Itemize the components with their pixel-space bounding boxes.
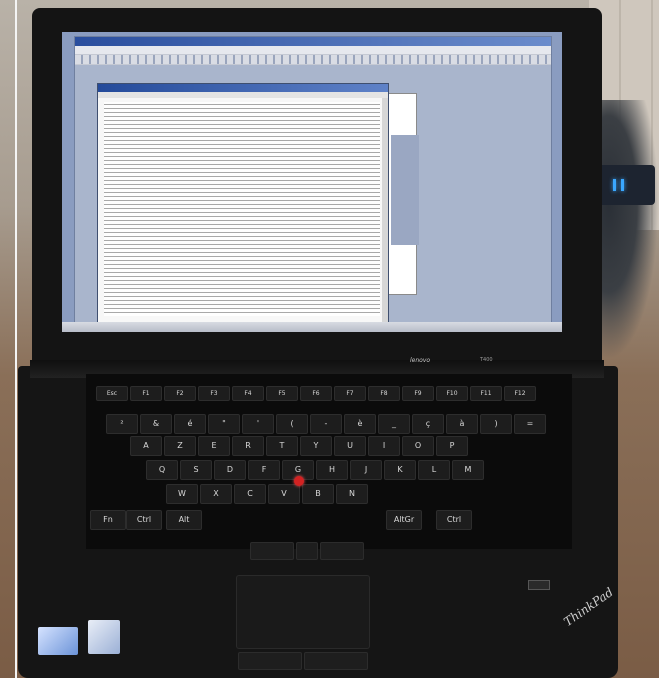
key-2-9: P <box>436 436 468 456</box>
key-0-11: F11 <box>470 386 502 401</box>
key-1-12: = <box>514 414 546 434</box>
mouse-button-left-top <box>250 542 294 560</box>
key-1-0: ² <box>106 414 138 434</box>
key-0-5: F5 <box>266 386 298 401</box>
key-0-1: F1 <box>130 386 162 401</box>
key-5-3: AltGr <box>386 510 422 530</box>
key-1-11: ) <box>480 414 512 434</box>
key-2-0: A <box>130 436 162 456</box>
frame-bottom-edge <box>0 678 659 684</box>
model-label: T400 <box>480 357 493 363</box>
terminal-window <box>97 83 389 325</box>
key-0-7: F7 <box>334 386 366 401</box>
key-4-0: W <box>166 484 198 504</box>
taskbar <box>62 322 562 332</box>
document-panel <box>391 135 419 245</box>
router-led <box>613 179 616 191</box>
mouse-button-middle-top <box>296 542 318 560</box>
word-title-bar <box>75 37 551 46</box>
photo-background: lenovo T400 Esc F1 F2 F3 F4 F5 F6 F7 F8 F9 F10 F11 F… <box>0 0 659 684</box>
mouse-button-left-bottom <box>238 652 302 670</box>
mouse-button-right-bottom <box>304 652 368 670</box>
mouse-button-right-top <box>320 542 364 560</box>
document-area <box>75 65 551 327</box>
key-2-8: O <box>402 436 434 456</box>
key-1-1: & <box>140 414 172 434</box>
key-1-10: à <box>446 414 478 434</box>
key-2-7: I <box>368 436 400 456</box>
touchpad <box>236 575 370 649</box>
word-menu-bar <box>75 46 551 55</box>
word-toolbar <box>75 55 551 65</box>
key-0-3: F3 <box>198 386 230 401</box>
key-4-1: X <box>200 484 232 504</box>
key-1-7: è <box>344 414 376 434</box>
key-3-1: S <box>180 460 212 480</box>
trackpoint <box>294 476 304 486</box>
key-3-2: D <box>214 460 246 480</box>
terminal-scrollbar <box>382 98 388 324</box>
key-2-1: Z <box>164 436 196 456</box>
key-0-10: F10 <box>436 386 468 401</box>
terminal-output <box>104 102 380 316</box>
key-5-0: Fn <box>90 510 126 530</box>
word-processor-window <box>74 36 552 328</box>
key-4-5: N <box>336 484 368 504</box>
brand-label: lenovo <box>410 357 431 364</box>
keyboard: Esc F1 F2 F3 F4 F5 F6 F7 F8 F9 F10 F11 F12 ² & é " '(- è _ ç… <box>86 374 572 549</box>
intel-sticker <box>38 627 78 655</box>
key-4-4: B <box>302 484 334 504</box>
key-0-12: F12 <box>504 386 536 401</box>
key-1-4: ' <box>242 414 274 434</box>
key-5-1: Ctrl <box>126 510 162 530</box>
key-3-5: H <box>316 460 348 480</box>
key-5-2: Alt <box>166 510 202 530</box>
frame-edge <box>15 0 17 684</box>
terminal-title-bar <box>98 84 388 92</box>
fingerprint-reader <box>528 580 550 590</box>
terminal-menu-bar <box>98 92 388 98</box>
windows-sticker <box>88 620 120 654</box>
key-3-9: M <box>452 460 484 480</box>
key-2-2: E <box>198 436 230 456</box>
key-0-6: F6 <box>300 386 332 401</box>
key-3-6: J <box>350 460 382 480</box>
key-2-5: Y <box>300 436 332 456</box>
key-1-5: ( <box>276 414 308 434</box>
key-0-0: Esc <box>96 386 128 401</box>
key-1-2: é <box>174 414 206 434</box>
key-1-9: ç <box>412 414 444 434</box>
router-led <box>621 179 624 191</box>
key-3-8: L <box>418 460 450 480</box>
key-1-3: " <box>208 414 240 434</box>
key-3-0: Q <box>146 460 178 480</box>
key-0-4: F4 <box>232 386 264 401</box>
key-0-8: F8 <box>368 386 400 401</box>
key-4-2: C <box>234 484 266 504</box>
key-1-6: - <box>310 414 342 434</box>
key-0-9: F9 <box>402 386 434 401</box>
key-3-7: K <box>384 460 416 480</box>
key-0-2: F2 <box>164 386 196 401</box>
key-2-3: R <box>232 436 264 456</box>
key-2-4: T <box>266 436 298 456</box>
key-2-6: U <box>334 436 366 456</box>
key-3-3: F <box>248 460 280 480</box>
laptop-screen <box>62 32 562 332</box>
key-5-4: Ctrl <box>436 510 472 530</box>
key-4-3: V <box>268 484 300 504</box>
key-1-8: _ <box>378 414 410 434</box>
